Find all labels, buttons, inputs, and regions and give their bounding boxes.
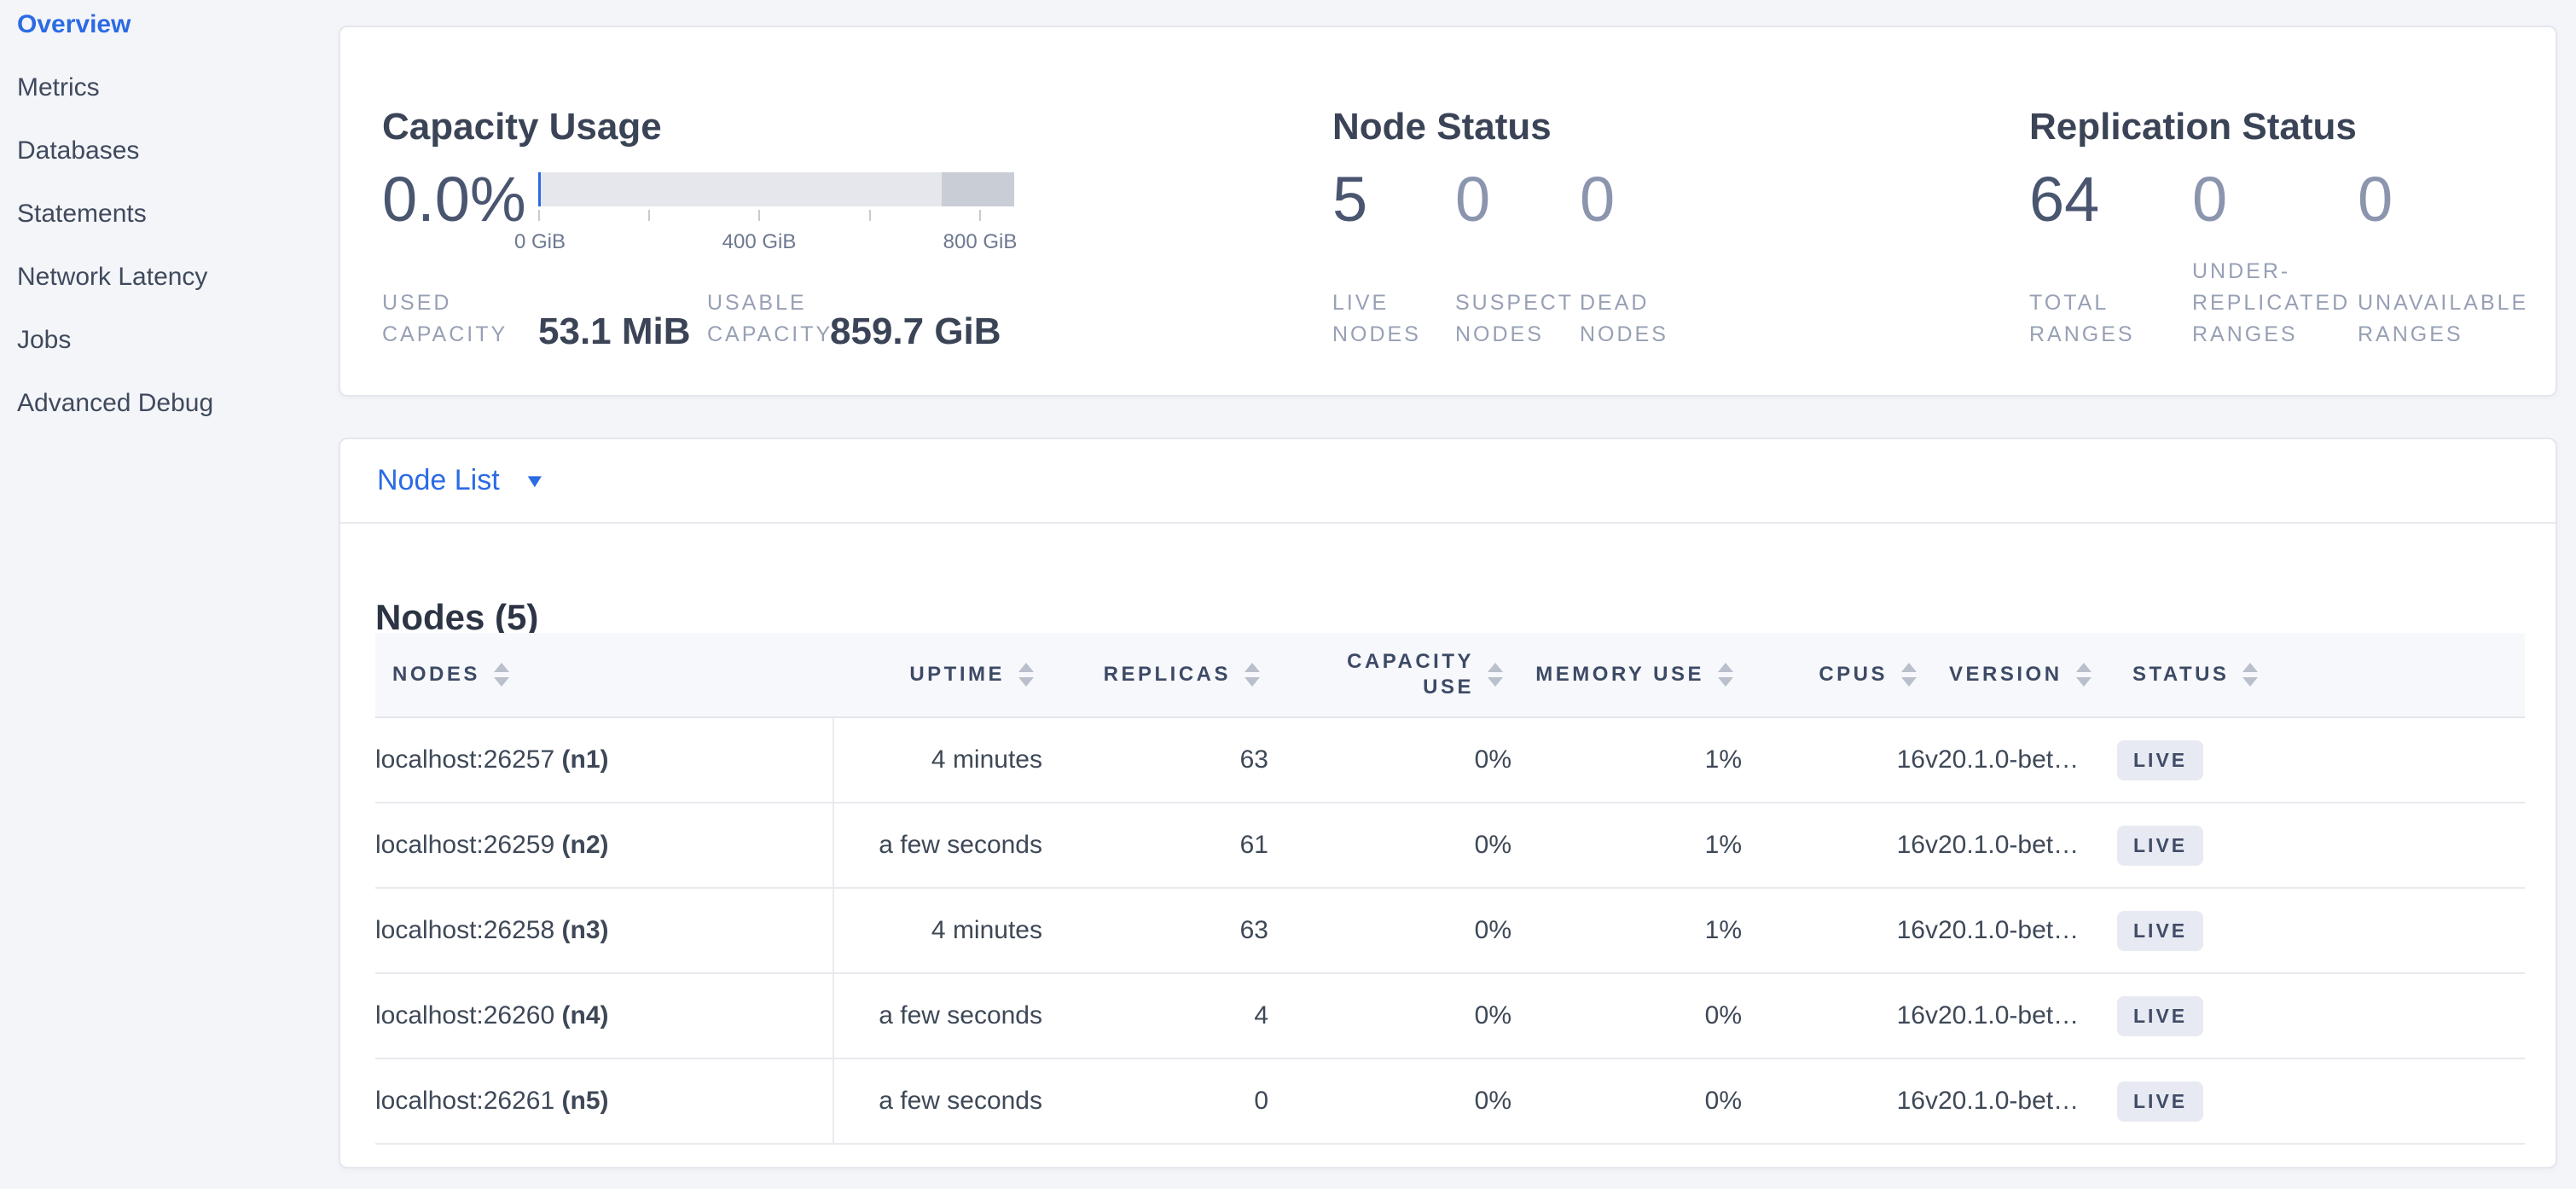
axis-tick (538, 210, 540, 221)
capacity-percent: 0.0% (382, 157, 526, 242)
sort-icon (2242, 663, 2258, 687)
total-ranges-label: TOTAL RANGES (2029, 287, 2135, 351)
usable-capacity-label: USABLE CAPACITY (707, 287, 833, 351)
column-header-status[interactable]: STATUS (2117, 633, 2525, 717)
column-header-version[interactable]: VERSION (1925, 633, 2117, 717)
status-badge: LIVE (2117, 911, 2203, 951)
column-header-replicas[interactable]: REPLICAS (1042, 633, 1268, 717)
column-header-uptime[interactable]: UPTIME (833, 633, 1042, 717)
table-row-n2[interactable]: localhost:26259 (n2) a few seconds 61 0%… (375, 803, 2525, 888)
status-badge: LIVE (2117, 996, 2203, 1036)
table-row-n1[interactable]: localhost:26257 (n1) 4 minutes 63 0% 1% … (375, 717, 2525, 803)
chevron-down-icon: ▼ (523, 470, 546, 492)
node-status-title: Node Status (1332, 106, 1552, 148)
node-list-dropdown-label: Node List (377, 464, 500, 497)
axis-tick (758, 210, 760, 221)
sort-icon (1901, 663, 1917, 687)
unavailable-ranges-count: 0 (2358, 157, 2393, 242)
axis-tick (869, 210, 871, 221)
status-badge: LIVE (2117, 826, 2203, 866)
axis-tick (648, 210, 650, 221)
sidebar: Overview Metrics Databases Statements Ne… (0, 0, 339, 435)
used-capacity-label: USED CAPACITY (382, 287, 508, 351)
unavailable-ranges-label: UNAVAILABLE RANGES (2358, 287, 2528, 351)
under-replicated-ranges-label: UNDER- REPLICATED RANGES (2192, 256, 2350, 351)
sort-icon (2076, 663, 2092, 687)
table-row-n5[interactable]: localhost:26261 (n5) a few seconds 0 0% … (375, 1058, 2525, 1144)
status-badge: LIVE (2117, 740, 2203, 780)
live-nodes-count: 5 (1332, 157, 1367, 242)
dead-nodes-label: DEAD NODES (1580, 287, 1668, 351)
sort-icon (1488, 663, 1503, 687)
sort-icon (1244, 663, 1260, 687)
column-header-nodes[interactable]: NODES (375, 633, 833, 717)
usable-capacity-value: 859.7 GiB (830, 313, 1001, 351)
replication-status-title: Replication Status (2029, 106, 2357, 148)
column-header-capacity-use[interactable]: CAPACITY USE (1268, 633, 1511, 717)
capacity-bar (538, 172, 1014, 206)
capacity-bar-used-segment (538, 172, 541, 206)
total-ranges-count: 64 (2029, 157, 2099, 242)
axis-label-800gib: 800 GiB (912, 230, 1048, 254)
axis-label-0gib: 0 GiB (472, 230, 608, 254)
sidebar-item-advanced-debug[interactable]: Advanced Debug (0, 372, 339, 435)
under-replicated-ranges-count: 0 (2192, 157, 2227, 242)
live-nodes-label: LIVE NODES (1332, 287, 1421, 351)
sidebar-item-databases[interactable]: Databases (0, 119, 339, 183)
axis-tick (979, 210, 981, 221)
overview-page: Overview Metrics Databases Statements Ne… (0, 0, 2576, 1189)
sidebar-item-jobs[interactable]: Jobs (0, 309, 339, 372)
suspect-nodes-label: SUSPECT NODES (1455, 287, 1574, 351)
column-header-memory-use[interactable]: MEMORY USE (1511, 633, 1742, 717)
sort-icon (494, 663, 509, 687)
sidebar-item-metrics[interactable]: Metrics (0, 56, 339, 119)
node-list-card: Node List ▼ Nodes (5) NODES UPTIME (339, 438, 2557, 1169)
nodes-table: NODES UPTIME REPLICAS CAPACITY USE (375, 633, 2525, 1145)
axis-label-400gib: 400 GiB (691, 230, 827, 254)
cluster-summary-card: Capacity Usage 0.0% 0 GiB 400 GiB 800 Gi… (339, 26, 2557, 397)
used-capacity-value: 53.1 MiB (538, 313, 691, 351)
capacity-bar-axis: 0 GiB 400 GiB 800 GiB (538, 210, 1014, 278)
sidebar-item-statements[interactable]: Statements (0, 183, 339, 246)
column-header-cpus[interactable]: CPUS (1742, 633, 1925, 717)
capacity-bar-reserved-segment (942, 172, 1014, 206)
sidebar-item-network-latency[interactable]: Network Latency (0, 246, 339, 309)
table-header-row: NODES UPTIME REPLICAS CAPACITY USE (375, 633, 2525, 717)
sort-icon (1718, 663, 1733, 687)
node-list-dropdown[interactable]: Node List ▼ (340, 439, 2556, 524)
sidebar-item-overview[interactable]: Overview (0, 0, 339, 56)
status-badge: LIVE (2117, 1082, 2203, 1122)
table-row-n4[interactable]: localhost:26260 (n4) a few seconds 4 0% … (375, 973, 2525, 1058)
dead-nodes-count: 0 (1580, 157, 1615, 242)
nodes-section-title: Nodes (5) (375, 597, 538, 638)
capacity-usage-title: Capacity Usage (382, 106, 662, 148)
table-row-n3[interactable]: localhost:26258 (n3) 4 minutes 63 0% 1% … (375, 888, 2525, 973)
sort-icon (1018, 663, 1034, 687)
suspect-nodes-count: 0 (1455, 157, 1490, 242)
